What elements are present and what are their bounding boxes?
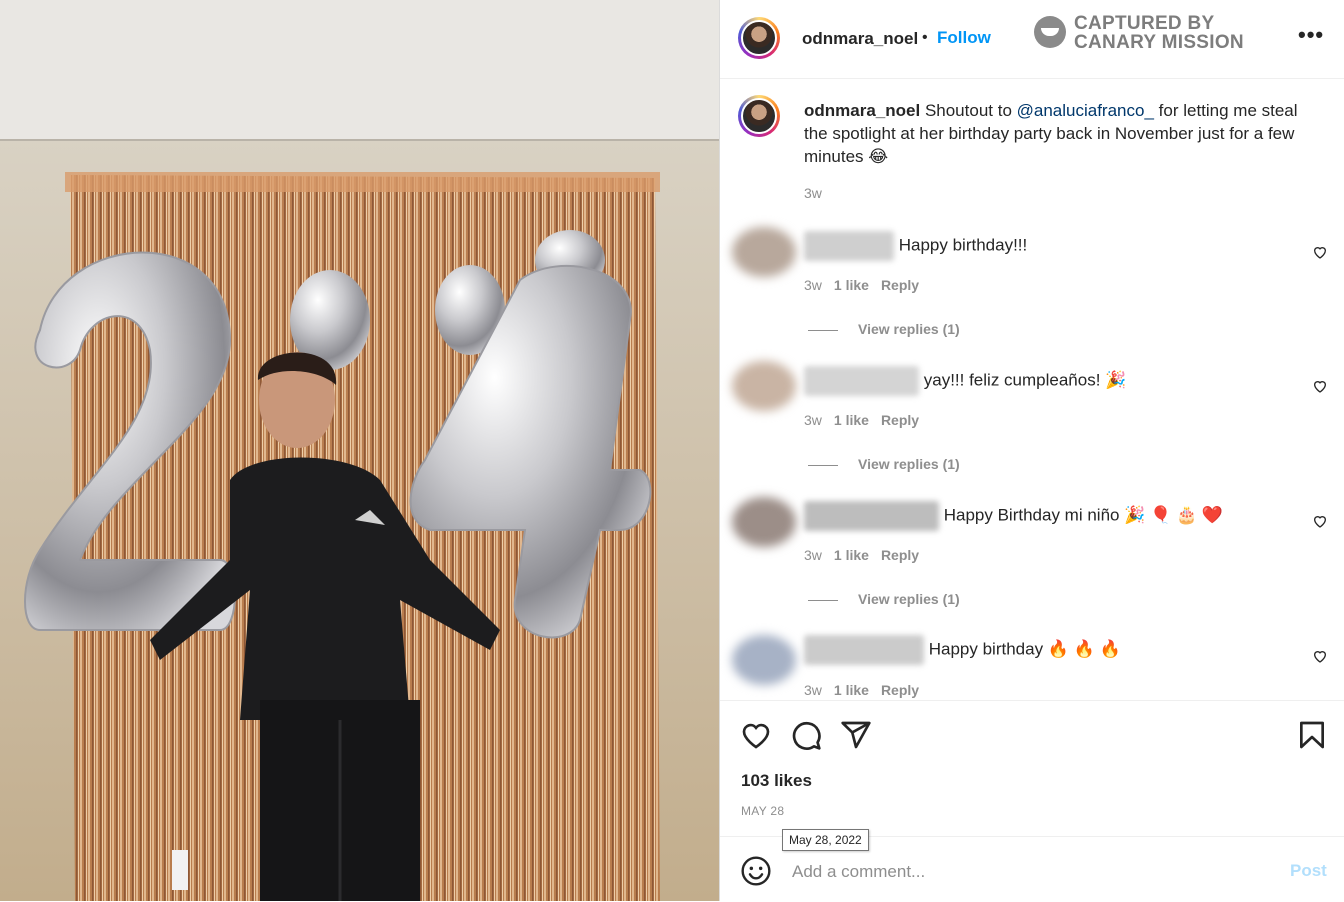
comment-text: Happy Birthday mi niño 🎉 🎈 🎂 ❤️ [804, 501, 1223, 531]
header-separator: • [922, 29, 928, 46]
comment-likes[interactable]: 1 like [834, 547, 869, 563]
caption-age[interactable]: 3w [804, 185, 822, 201]
post-photo[interactable] [0, 0, 719, 901]
comment-reply-button[interactable]: Reply [881, 682, 919, 698]
post-comment-button[interactable]: Post [1290, 861, 1327, 881]
comment-avatar[interactable] [732, 227, 796, 277]
follow-button[interactable]: Follow [937, 28, 991, 48]
comment-meta: 3w 1 like Reply [804, 412, 931, 428]
view-replies-button[interactable]: View replies (1) [808, 321, 960, 337]
birthday-photo-illustration [0, 0, 719, 901]
comment-avatar[interactable] [732, 361, 796, 411]
comment-body: Happy birthday 🔥 🔥 🔥 [928, 639, 1121, 659]
comment-meta: 3w 1 like Reply [804, 277, 931, 293]
post-header: odnmara_noel • Follow CAPTURED BY CANARY… [720, 0, 1344, 79]
redacted-username[interactable] [804, 635, 924, 665]
comment-age[interactable]: 3w [804, 277, 822, 293]
comment-age[interactable]: 3w [804, 547, 822, 563]
view-replies-button[interactable]: View replies (1) [808, 456, 960, 472]
view-replies-label: View replies (1) [858, 456, 960, 472]
redacted-username[interactable] [804, 231, 894, 261]
caption-text-before: Shoutout to [924, 101, 1017, 120]
like-comment-icon[interactable] [1312, 513, 1328, 529]
likes-count[interactable]: 103 likes [741, 771, 812, 791]
bookmark-icon[interactable] [1296, 719, 1328, 751]
comment-meta: 3w 1 like Reply [804, 547, 931, 563]
post-caption: odnmara_noel Shoutout to @analuciafranco… [804, 99, 1304, 168]
view-replies-label: View replies (1) [858, 321, 960, 337]
add-comment-input[interactable] [790, 857, 1234, 887]
emoji-icon[interactable] [740, 855, 772, 887]
comment-reply-button[interactable]: Reply [881, 547, 919, 563]
replies-line [808, 464, 838, 466]
post-date[interactable]: MAY 28 [741, 804, 784, 818]
caption-mention-link[interactable]: @analuciafranco_ [1017, 101, 1154, 120]
comment-body: Happy birthday!!! [898, 235, 1028, 255]
comment-body: yay!!! feliz cumpleaños! 🎉 [923, 370, 1127, 390]
caption-username[interactable]: odnmara_noel [804, 101, 920, 120]
view-replies-label: View replies (1) [858, 591, 960, 607]
comment-text: yay!!! feliz cumpleaños! 🎉 [804, 366, 1126, 396]
author-username[interactable]: odnmara_noel [802, 29, 918, 49]
comment-age[interactable]: 3w [804, 412, 822, 428]
comment-meta: 3w 1 like Reply [804, 682, 931, 698]
comment-age[interactable]: 3w [804, 682, 822, 698]
share-icon[interactable] [840, 719, 872, 751]
redacted-username[interactable] [804, 366, 919, 396]
post-actions: 103 likes MAY 28 May 28, 2022 [720, 700, 1344, 851]
comment-avatar[interactable] [732, 635, 796, 685]
like-comment-icon[interactable] [1312, 648, 1328, 664]
canary-logo-icon [1034, 16, 1066, 48]
watermark-line2: CANARY MISSION [1074, 32, 1244, 53]
comment-likes[interactable]: 1 like [834, 277, 869, 293]
comment-text: Happy birthday!!! [804, 231, 1027, 261]
heart-icon[interactable] [740, 719, 772, 751]
comment-reply-button[interactable]: Reply [881, 277, 919, 293]
caption-avatar[interactable] [738, 95, 780, 137]
like-comment-icon[interactable] [1312, 244, 1328, 260]
comment-body: Happy Birthday mi niño 🎉 🎈 🎂 ❤️ [943, 505, 1224, 525]
like-comment-icon[interactable] [1312, 378, 1328, 394]
watermark-text: CAPTURED BY CANARY MISSION [1074, 14, 1244, 52]
comments-list[interactable]: odnmara_noel Shoutout to @analuciafranco… [720, 79, 1344, 699]
more-options-icon[interactable]: ••• [1298, 22, 1324, 48]
comment-icon[interactable] [790, 719, 822, 751]
view-replies-button[interactable]: View replies (1) [808, 591, 960, 607]
author-avatar[interactable] [738, 17, 780, 59]
canary-mission-watermark: CAPTURED BY CANARY MISSION [1034, 14, 1244, 54]
replies-line [808, 329, 838, 331]
watermark-line1: CAPTURED BY [1074, 13, 1215, 34]
comment-text: Happy birthday 🔥 🔥 🔥 [804, 635, 1121, 665]
date-tooltip: May 28, 2022 [782, 829, 869, 851]
comment-likes[interactable]: 1 like [834, 682, 869, 698]
redacted-username[interactable] [804, 501, 939, 531]
comment-avatar[interactable] [732, 497, 796, 547]
comment-reply-button[interactable]: Reply [881, 412, 919, 428]
post-side-panel: odnmara_noel • Follow CAPTURED BY CANARY… [719, 0, 1344, 901]
replies-line [808, 599, 838, 601]
comment-likes[interactable]: 1 like [834, 412, 869, 428]
